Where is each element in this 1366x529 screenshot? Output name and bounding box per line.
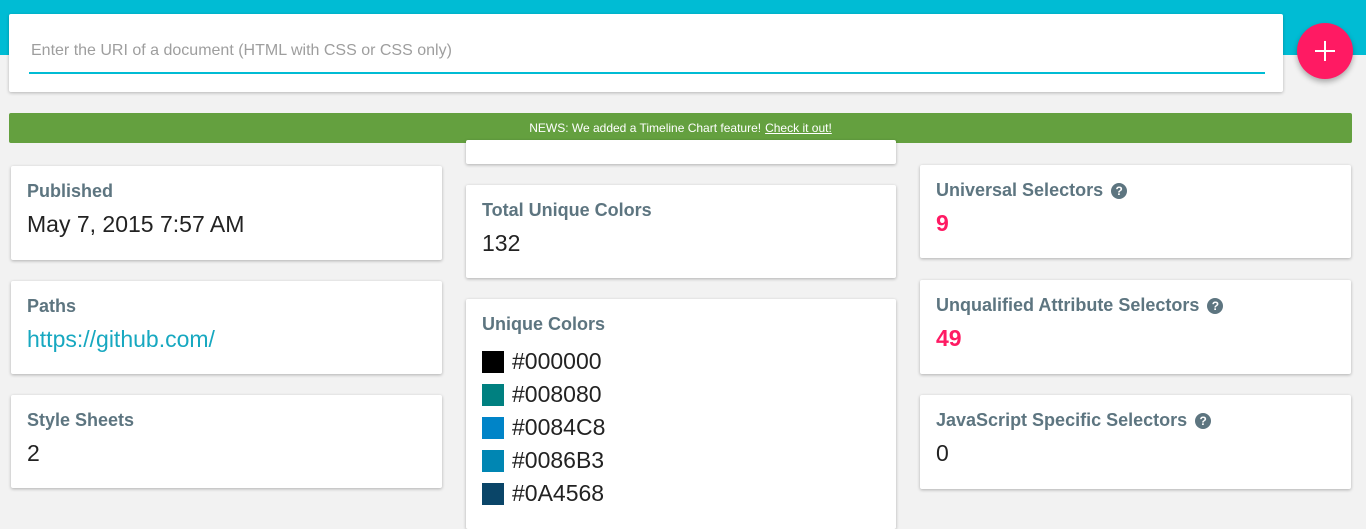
unqualified-attribute-selectors-value: 49 (936, 325, 962, 351)
unique-colors-label: Unique Colors (482, 314, 606, 334)
color-item: #0084C8 (482, 411, 880, 444)
uri-input-card (9, 14, 1283, 92)
paths-card: Paths https://github.com/ (11, 281, 442, 374)
color-item: #000000 (482, 345, 880, 378)
universal-selectors-card: Universal Selectors ? 9 (920, 165, 1351, 258)
color-item: #008080 (482, 378, 880, 411)
news-check-it-out-link[interactable]: Check it out! (765, 121, 832, 135)
color-code: #000000 (512, 348, 602, 374)
style-sheets-value: 2 (27, 440, 40, 466)
javascript-specific-selectors-label: JavaScript Specific Selectors (936, 410, 1188, 430)
total-unique-colors-card: Total Unique Colors 132 (466, 185, 896, 278)
news-text: NEWS: We added a Timeline Chart feature! (529, 121, 762, 135)
color-code: #0A4568 (512, 480, 605, 506)
color-swatch (482, 383, 504, 406)
unqualified-attribute-selectors-card: Unqualified Attribute Selectors ? 49 (920, 280, 1351, 374)
javascript-specific-selectors-value: 0 (936, 440, 949, 466)
total-unique-colors-value: 132 (482, 230, 521, 256)
add-document-button[interactable] (1297, 23, 1353, 79)
color-code: #0086B3 (512, 447, 605, 473)
news-banner: NEWS: We added a Timeline Chart feature!… (9, 113, 1352, 143)
scrolled-card-edge (466, 140, 896, 164)
help-icon[interactable]: ? (1195, 413, 1212, 429)
color-item: #0086B3 (482, 444, 880, 477)
color-item: #0A4568 (482, 477, 880, 510)
javascript-specific-selectors-card: JavaScript Specific Selectors ? 0 (920, 395, 1351, 489)
unique-colors-list: #000000 #008080 #0084C8 #0086B3 #0A4568 (482, 345, 880, 510)
color-code: #0084C8 (512, 414, 606, 440)
total-unique-colors-label: Total Unique Colors (482, 200, 652, 220)
help-icon[interactable]: ? (1111, 183, 1128, 199)
uri-input[interactable] (29, 32, 1265, 74)
color-swatch (482, 449, 504, 472)
paths-label: Paths (27, 296, 77, 316)
plus-icon (1315, 41, 1335, 61)
universal-selectors-label: Universal Selectors (936, 180, 1104, 200)
paths-link[interactable]: https://github.com/ (27, 325, 426, 353)
published-value: May 7, 2015 7:57 AM (27, 211, 245, 237)
published-card: Published May 7, 2015 7:57 AM (11, 166, 442, 260)
unqualified-attribute-selectors-label: Unqualified Attribute Selectors (936, 295, 1200, 315)
style-sheets-label: Style Sheets (27, 410, 135, 430)
unique-colors-card: Unique Colors #000000 #008080 #0084C8 #0… (466, 299, 896, 529)
help-icon[interactable]: ? (1207, 298, 1224, 314)
color-code: #008080 (512, 381, 602, 407)
color-swatch (482, 482, 504, 505)
style-sheets-card: Style Sheets 2 (11, 395, 442, 488)
color-swatch (482, 350, 504, 373)
universal-selectors-value: 9 (936, 210, 949, 236)
color-swatch (482, 416, 504, 439)
published-label: Published (27, 181, 114, 201)
